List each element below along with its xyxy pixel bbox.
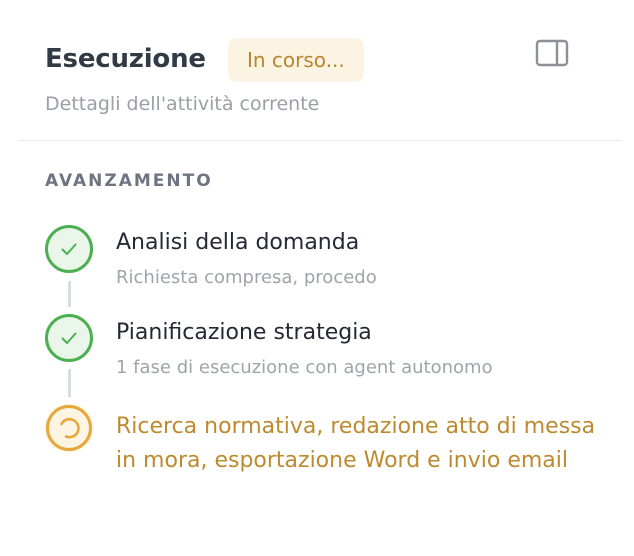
step-description: 1 fase di esecuzione con agent autonomo bbox=[116, 357, 493, 378]
step-title: Pianificazione strategia bbox=[116, 320, 372, 345]
section-label: AVANZAMENTO bbox=[45, 171, 213, 191]
status-badge: In corso... bbox=[228, 38, 364, 82]
step-connector bbox=[68, 369, 71, 397]
page-title: Esecuzione bbox=[45, 44, 206, 74]
toggle-sidebar-button[interactable] bbox=[530, 36, 574, 72]
step-title: Analisi della domanda bbox=[116, 230, 360, 255]
panel-subtitle: Dettagli dell'attività corrente bbox=[45, 93, 320, 115]
spinner-icon bbox=[44, 403, 94, 453]
check-icon bbox=[45, 225, 93, 273]
execution-panel: Esecuzione In corso... Dettagli dell'att… bbox=[0, 0, 634, 556]
step-description: Richiesta compresa, procedo bbox=[116, 267, 377, 288]
panel-header: Esecuzione In corso... Dettagli dell'att… bbox=[0, 0, 634, 140]
step-title-active: Ricerca normativa, redazione atto di mes… bbox=[116, 414, 596, 473]
step-status-completed bbox=[44, 224, 94, 274]
step-status-in-progress bbox=[44, 403, 94, 453]
header-divider bbox=[18, 140, 622, 141]
step-connector bbox=[68, 281, 71, 307]
step-status-completed bbox=[44, 313, 94, 363]
sidebar-panel-icon bbox=[535, 39, 569, 67]
check-icon bbox=[45, 314, 93, 362]
